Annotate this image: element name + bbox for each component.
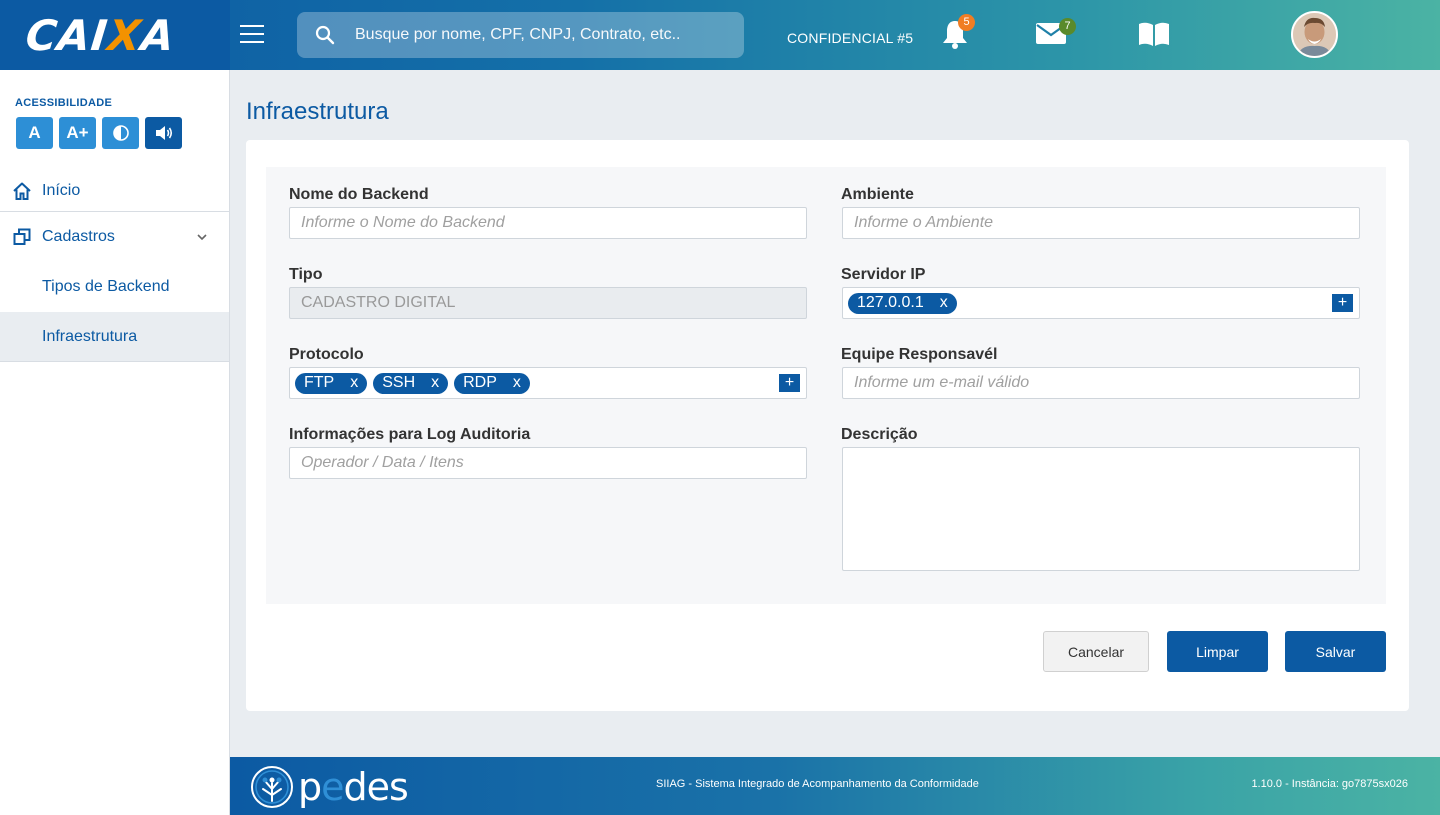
description-textarea[interactable] xyxy=(842,447,1360,571)
backend-name-field xyxy=(289,207,807,239)
version-info: 1.10.0 - Instância: go7875sx026 xyxy=(1251,778,1408,790)
backend-name-input[interactable] xyxy=(301,214,806,232)
user-avatar[interactable] xyxy=(1291,11,1338,58)
global-search xyxy=(297,12,744,58)
accessibility-buttons: A A+ xyxy=(16,117,182,149)
menu-toggle-button[interactable] xyxy=(240,25,264,45)
sidebar-item-inicio[interactable]: Início xyxy=(0,174,229,207)
home-icon xyxy=(13,182,31,200)
protocol-field[interactable]: FTP x SSH x RDP x + xyxy=(289,367,807,399)
pedes-logo: pedes xyxy=(250,765,409,809)
search-input[interactable] xyxy=(355,26,715,44)
sidebar-divider xyxy=(0,211,229,212)
user-photo-icon xyxy=(1293,13,1336,56)
sidebar-item-label: Infraestrutura xyxy=(42,328,138,345)
type-field: CADASTRO DIGITAL xyxy=(289,287,807,319)
contrast-icon xyxy=(112,125,129,141)
server-ip-field[interactable]: 127.0.0.1 x + xyxy=(842,287,1360,319)
cancel-button[interactable]: Cancelar xyxy=(1043,631,1149,672)
confidential-label: CONFIDENCIAL #5 xyxy=(787,30,914,46)
log-info-field xyxy=(289,447,807,479)
sidebar-divider xyxy=(0,361,229,362)
remove-tag-button[interactable]: x xyxy=(350,374,358,392)
type-value: CADASTRO DIGITAL xyxy=(301,294,456,311)
protocol-tag-label: FTP xyxy=(304,374,335,391)
sidebar-item-label: Tipos de Backend xyxy=(42,277,170,295)
add-protocol-button[interactable]: + xyxy=(779,374,800,392)
team-label: Equipe Responsavél xyxy=(841,346,998,363)
system-name: SIIAG - Sistema Integrado de Acompanhame… xyxy=(656,778,979,790)
environment-input[interactable] xyxy=(854,214,1359,232)
font-increase-button[interactable]: A+ xyxy=(59,117,96,149)
team-field xyxy=(842,367,1360,399)
top-header: CAIXA CONFIDENCIAL #5 5 7 xyxy=(0,0,1440,70)
add-ip-button[interactable]: + xyxy=(1332,294,1353,312)
protocol-tag: SSH x xyxy=(373,372,449,394)
remove-tag-button[interactable]: x xyxy=(940,294,948,312)
sidebar-item-cadastros[interactable]: Cadastros xyxy=(0,220,229,253)
tree-icon xyxy=(251,766,293,808)
contrast-button[interactable] xyxy=(102,117,139,149)
speaker-icon xyxy=(155,126,172,140)
notifications-badge: 5 xyxy=(958,14,975,31)
footer: pedes SIIAG - Sistema Integrado de Acomp… xyxy=(230,757,1440,815)
search-icon[interactable] xyxy=(315,25,335,45)
chevron-down-icon xyxy=(197,234,207,241)
caixa-logo[interactable]: CAIXA xyxy=(0,0,230,70)
messages-badge: 7 xyxy=(1059,18,1076,35)
book-icon xyxy=(1139,22,1169,46)
environment-label: Ambiente xyxy=(841,186,914,203)
sidebar: ACESSIBILIDADE A A+ Início Cadastros Tip… xyxy=(0,70,230,815)
protocol-tag-label: RDP xyxy=(463,374,497,391)
ip-tag-label: 127.0.0.1 xyxy=(857,294,924,311)
team-email-input[interactable] xyxy=(854,374,1359,392)
sidebar-item-label: Cadastros xyxy=(42,227,115,245)
messages-button[interactable]: 7 xyxy=(1035,18,1076,51)
notifications-button[interactable]: 5 xyxy=(940,14,975,55)
log-info-input[interactable] xyxy=(301,454,806,472)
clear-button[interactable]: Limpar xyxy=(1167,631,1268,672)
sidebar-item-infraestrutura[interactable]: Infraestrutura xyxy=(0,312,229,362)
sidebar-item-label: Início xyxy=(42,181,81,199)
copy-icon xyxy=(13,228,31,245)
environment-field xyxy=(842,207,1360,239)
protocol-label: Protocolo xyxy=(289,346,364,363)
server-ip-label: Servidor IP xyxy=(841,266,926,283)
audio-button[interactable] xyxy=(145,117,182,149)
pedes-brand: pedes xyxy=(298,765,409,809)
backend-name-label: Nome do Backend xyxy=(289,186,429,203)
font-normal-button[interactable]: A xyxy=(16,117,53,149)
logo-text: CAIXA xyxy=(23,10,178,60)
remove-tag-button[interactable]: x xyxy=(431,374,439,392)
protocol-tag-label: SSH xyxy=(382,374,416,391)
remove-tag-button[interactable]: x xyxy=(513,374,521,392)
type-label: Tipo xyxy=(289,266,323,283)
save-button[interactable]: Salvar xyxy=(1285,631,1386,672)
manual-button[interactable] xyxy=(1137,20,1171,53)
accessibility-label: ACESSIBILIDADE xyxy=(15,97,113,109)
protocol-tag: FTP x xyxy=(295,372,368,394)
ip-tag: 127.0.0.1 x xyxy=(848,292,957,314)
log-info-label: Informações para Log Auditoria xyxy=(289,426,531,443)
description-label: Descrição xyxy=(841,426,918,443)
page-title: Infraestrutura xyxy=(246,98,389,125)
protocol-tag: RDP x xyxy=(454,372,530,394)
sidebar-item-tipos-de-backend[interactable]: Tipos de Backend xyxy=(0,270,229,303)
